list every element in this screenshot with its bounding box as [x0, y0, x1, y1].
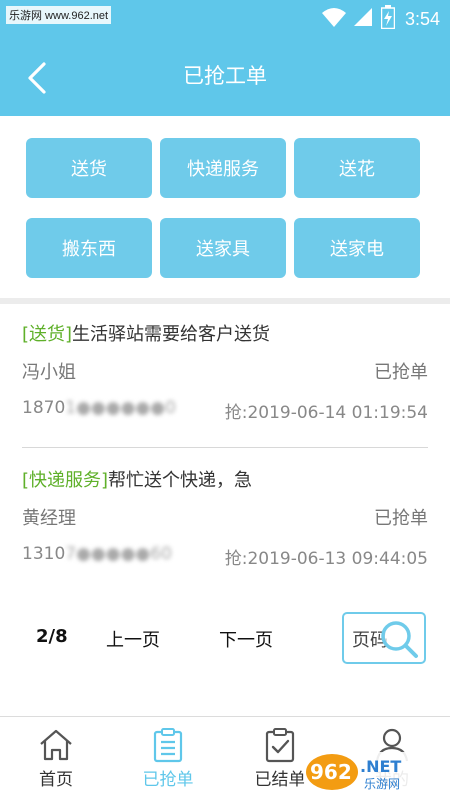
category-button-flowers[interactable]: 送花 — [294, 138, 420, 198]
order-time: 抢:2019-06-13 09:44:05 — [224, 549, 428, 569]
order-status: 已抢单 — [374, 508, 428, 529]
header-bar: 乐游网 www.962.net 3:54 已抢工单 — [0, 0, 450, 116]
category-button-moving[interactable]: 搬东西 — [26, 218, 152, 278]
order-status: 已抢单 — [374, 362, 428, 383]
status-bar: 乐游网 www.962.net 3:54 — [0, 0, 450, 38]
watermark-text: 乐游网 www.962.net — [6, 6, 112, 24]
pagination: 2/8 上一页 下一页 页码 — [0, 608, 450, 670]
order-title: [快递服务]帮忙送个快递，急 — [22, 466, 252, 492]
page-number-input[interactable]: 页码 — [342, 612, 426, 664]
order-tag: [快递服务] — [22, 470, 109, 491]
order-phone-prefix: 1870 — [22, 398, 66, 418]
brand-logo: 962 .NET 乐游网 — [304, 752, 444, 792]
order-title-text: 帮忙送个快递，急 — [108, 470, 253, 491]
prev-page-button[interactable]: 上一页 — [106, 626, 160, 652]
order-phone: 13107●●●●●60 — [22, 544, 172, 564]
category-button-delivery[interactable]: 送货 — [26, 138, 152, 198]
search-icon[interactable] — [378, 618, 420, 660]
order-phone: 18701●●●●●●0 — [22, 398, 176, 418]
clipboard-list-icon — [153, 728, 183, 763]
nav-bar: 已抢工单 — [0, 38, 450, 116]
order-time: 抢:2019-06-14 01:19:54 — [224, 403, 428, 423]
tab-label-home: 首页 — [39, 770, 73, 790]
home-icon — [40, 729, 72, 761]
order-phone-prefix: 1310 — [22, 544, 66, 564]
tab-label-grabbed: 已抢单 — [142, 770, 194, 790]
page-count: 2/8 — [36, 626, 68, 647]
battery-icon — [380, 5, 396, 33]
tab-home[interactable]: 首页 — [0, 717, 112, 801]
phone-redacted: 1●●●●●●0 — [65, 398, 176, 418]
status-time: 3:54 — [404, 8, 440, 29]
category-button-appliances[interactable]: 送家电 — [294, 218, 420, 278]
svg-text:乐游网: 乐游网 — [364, 777, 400, 791]
category-button-express[interactable]: 快递服务 — [160, 138, 286, 198]
svg-text:.NET: .NET — [360, 757, 401, 776]
clipboard-check-icon — [265, 728, 295, 763]
phone-redacted: 7●●●●●60 — [65, 544, 172, 564]
next-page-button[interactable]: 下一页 — [219, 626, 273, 652]
svg-text:962: 962 — [310, 760, 352, 784]
wifi-icon — [321, 6, 347, 32]
tab-grabbed-orders[interactable]: 已抢单 — [112, 717, 224, 801]
order-customer-name: 黄经理 — [22, 508, 76, 529]
order-title: [送货]生活驿站需要给客户送货 — [22, 320, 270, 346]
status-icons: 3:54 — [321, 5, 450, 33]
category-grid: 送货 快递服务 送花 搬东西 送家具 送家电 — [0, 116, 450, 300]
page-title: 已抢工单 — [183, 64, 267, 88]
section-divider — [0, 298, 450, 304]
signal-icon — [353, 7, 373, 31]
order-divider — [22, 447, 428, 448]
category-button-furniture[interactable]: 送家具 — [160, 218, 286, 278]
order-tag: [送货] — [22, 324, 73, 345]
order-title-text: 生活驿站需要给客户送货 — [72, 324, 271, 345]
order-customer-name: 冯小姐 — [22, 362, 76, 383]
